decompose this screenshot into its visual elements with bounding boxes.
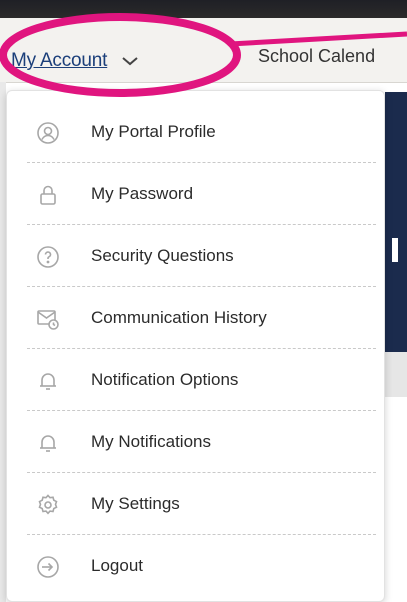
menu-item-label: My Portal Profile [91, 122, 216, 141]
top-bar [0, 0, 407, 18]
bell-icon [36, 369, 60, 393]
banner-background [385, 92, 407, 352]
menu-item-my-settings[interactable]: My Settings [7, 473, 384, 535]
nav-item-school-calendar[interactable]: School Calend [258, 46, 375, 67]
chevron-down-icon [121, 55, 139, 67]
menu-item-label: Communication History [91, 308, 267, 327]
banner-fragment [392, 238, 398, 262]
menu-item-label: Logout [91, 556, 143, 575]
profile-icon [36, 121, 60, 145]
logout-icon [36, 555, 60, 579]
menu-item-label: Security Questions [91, 246, 234, 265]
menu-item-label: My Settings [91, 494, 180, 513]
gear-icon [36, 493, 60, 517]
menu-item-label: My Password [91, 184, 194, 203]
bell-icon [36, 431, 60, 455]
my-account-label: My Account [11, 50, 108, 71]
menu-item-logout[interactable]: Logout [7, 535, 384, 597]
nav-bar: My Account School Calend [0, 18, 407, 83]
menu-item-label: My Notifications [91, 432, 211, 451]
mail-history-icon [36, 307, 60, 331]
menu-item-security-questions[interactable]: Security Questions [7, 225, 384, 287]
lock-icon [36, 183, 60, 207]
content-background [385, 352, 407, 397]
account-dropdown-menu: My Portal Profile My Password Security Q… [6, 90, 385, 602]
menu-item-communication-history[interactable]: Communication History [7, 287, 384, 349]
question-icon [36, 245, 60, 269]
my-account-menu-button[interactable]: My Account [11, 47, 139, 75]
menu-item-label: Notification Options [91, 370, 239, 389]
menu-item-my-password[interactable]: My Password [7, 163, 384, 225]
menu-item-notification-options[interactable]: Notification Options [7, 349, 384, 411]
menu-item-my-notifications[interactable]: My Notifications [7, 411, 384, 473]
menu-item-my-portal-profile[interactable]: My Portal Profile [7, 101, 384, 163]
